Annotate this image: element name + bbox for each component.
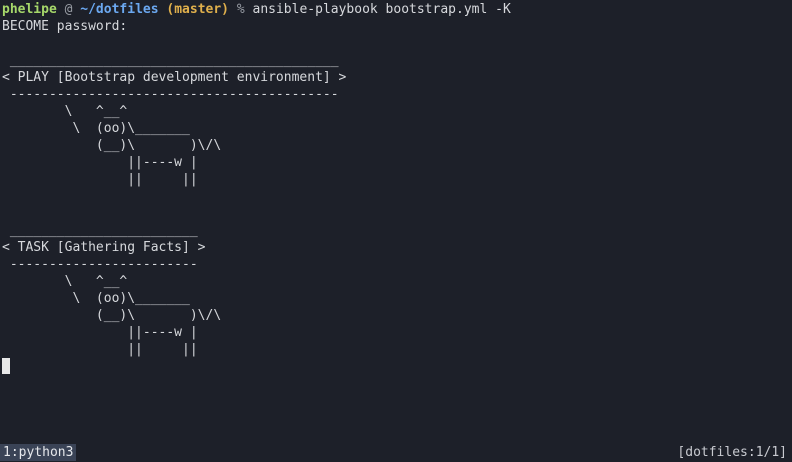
session-label: [dotfiles:1/1]	[677, 445, 787, 460]
output-line: ||----w |	[2, 155, 198, 170]
cursor-line[interactable]	[2, 358, 790, 375]
text-cursor	[2, 358, 10, 374]
window-tab[interactable]: 1:python3	[0, 444, 77, 461]
terminal-window[interactable]: phelipe @ ~/dotfiles (master) % ansible-…	[0, 0, 792, 462]
output-line: \ (oo)\_______	[2, 121, 190, 136]
output-line: BECOME password:	[2, 19, 128, 34]
output-line: ||----w |	[2, 325, 198, 340]
prompt-branch: (master)	[166, 2, 230, 17]
output-line: || ||	[2, 342, 198, 357]
prompt-at: @	[64, 2, 73, 17]
output-line: ----------------------------------------…	[2, 87, 339, 102]
prompt-line: phelipe @ ~/dotfiles (master) % ansible-…	[2, 1, 790, 18]
output-line: || ||	[2, 172, 198, 187]
output-line: ------------------------	[2, 257, 198, 272]
tmux-status-bar: 1:python3 [dotfiles:1/1]	[0, 443, 792, 462]
output-line: \ ^__^	[2, 274, 128, 289]
prompt-command: ansible-playbook bootstrap.yml -K	[252, 2, 511, 17]
output-line: < PLAY [Bootstrap development environmen…	[2, 70, 347, 85]
output-line: \ (oo)\_______	[2, 291, 190, 306]
output-line: (__)\ )\/\	[2, 308, 222, 323]
prompt-symbol: %	[236, 2, 245, 17]
prompt-user: phelipe	[2, 2, 57, 17]
terminal-output: phelipe @ ~/dotfiles (master) % ansible-…	[2, 1, 790, 431]
output-line: ________________________________________…	[2, 53, 339, 68]
output-line: ________________________	[2, 223, 198, 238]
prompt-path: ~/dotfiles	[80, 2, 159, 17]
output-line: (__)\ )\/\	[2, 138, 222, 153]
output-line: < TASK [Gathering Facts] >	[2, 240, 206, 255]
output-line: \ ^__^	[2, 104, 128, 119]
